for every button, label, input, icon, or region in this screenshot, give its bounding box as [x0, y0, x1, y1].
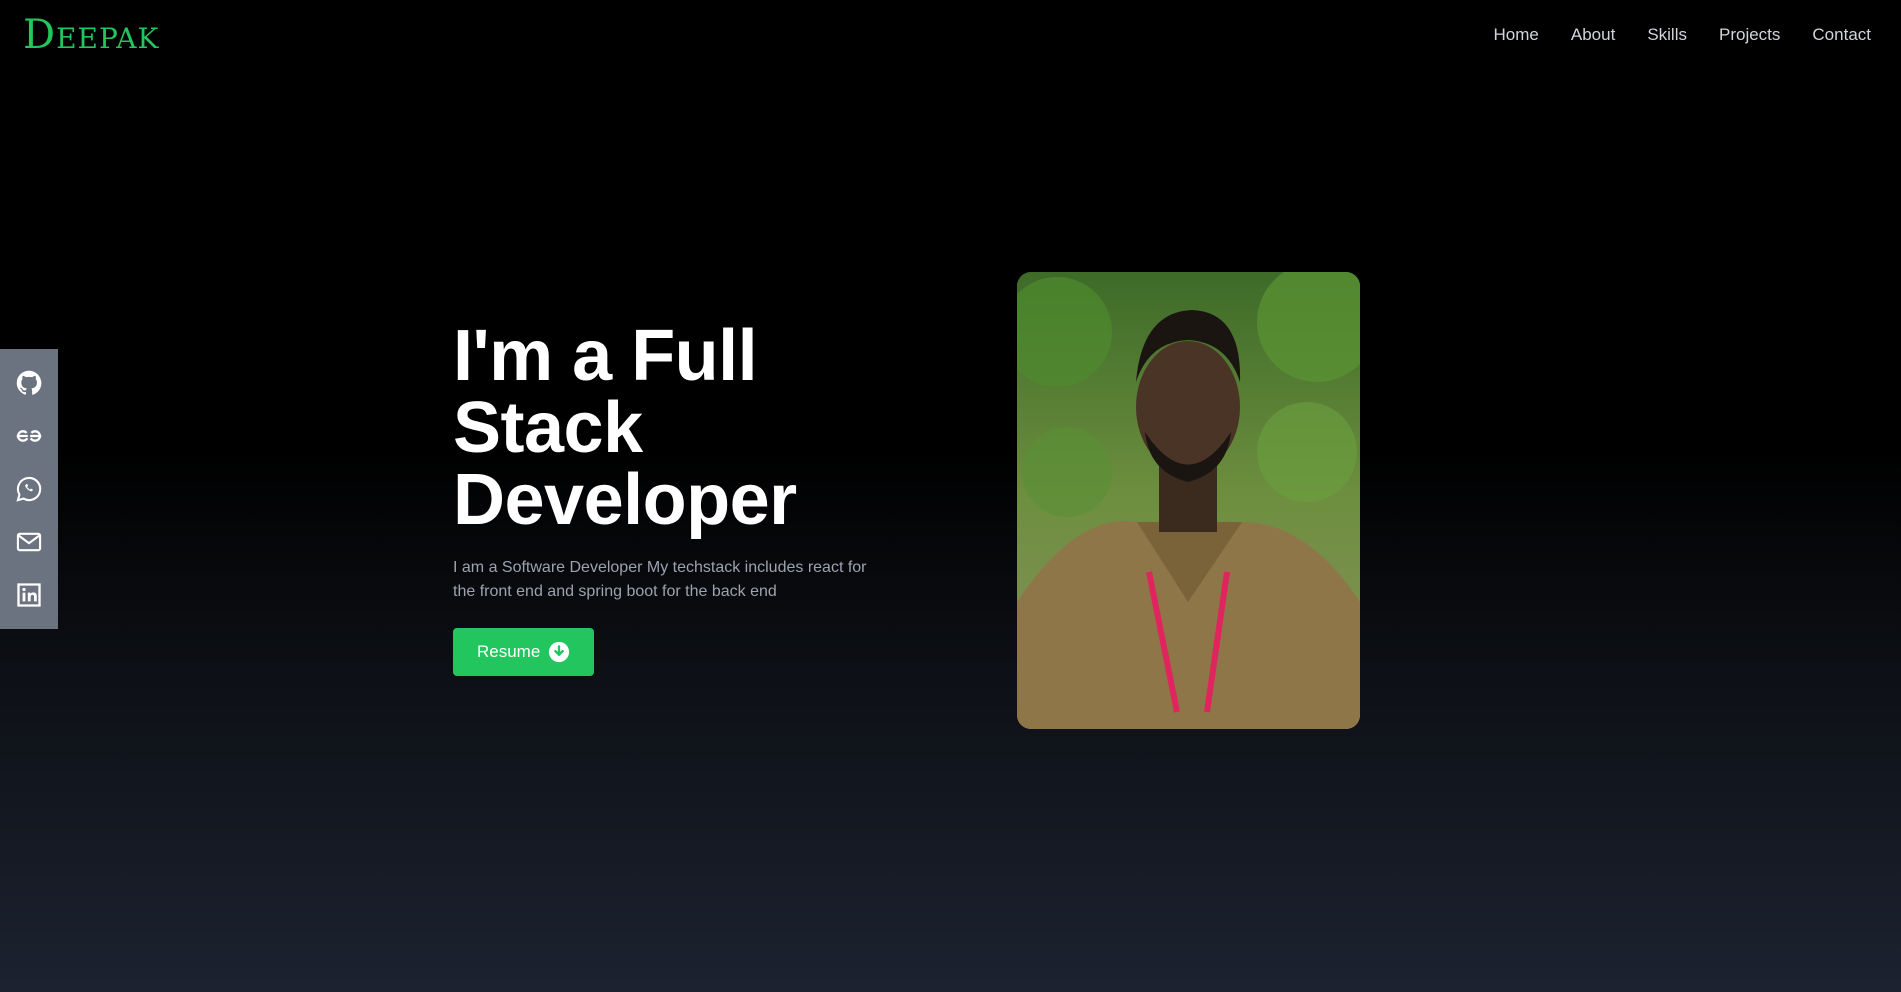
download-icon	[548, 641, 570, 663]
main-nav: Home About Skills Projects Contact	[1494, 25, 1871, 45]
hero-tagline: I am a Software Developer My techstack i…	[453, 559, 867, 600]
nav-about-link[interactable]: About	[1571, 25, 1615, 45]
github-icon[interactable]	[14, 368, 44, 398]
linkedin-icon[interactable]	[14, 580, 44, 610]
site-logo[interactable]: Deepak	[23, 15, 159, 55]
headline-line-3: Developer	[453, 460, 797, 540]
top-navbar: Deepak Home About Skills Projects Contac…	[0, 0, 1901, 70]
hero-section: I'm a Full Stack Developer I am a Softwa…	[453, 320, 903, 676]
nav-skills-link[interactable]: Skills	[1647, 25, 1687, 45]
geeksforgeeks-icon[interactable]	[14, 421, 44, 451]
resume-button[interactable]: Resume	[453, 628, 595, 676]
nav-contact-link[interactable]: Contact	[1812, 25, 1871, 45]
nav-home-link[interactable]: Home	[1494, 25, 1539, 45]
mail-icon[interactable]	[14, 527, 44, 557]
social-links-bar	[0, 349, 58, 629]
resume-label: Resume	[477, 642, 541, 661]
headline-line-2: Stack	[453, 388, 643, 468]
whatsapp-icon[interactable]	[14, 474, 44, 504]
headline-line-1: I'm a Full	[453, 316, 758, 396]
profile-photo	[1017, 272, 1360, 729]
nav-projects-link[interactable]: Projects	[1719, 25, 1780, 45]
hero-headline: I'm a Full Stack Developer	[453, 320, 903, 536]
